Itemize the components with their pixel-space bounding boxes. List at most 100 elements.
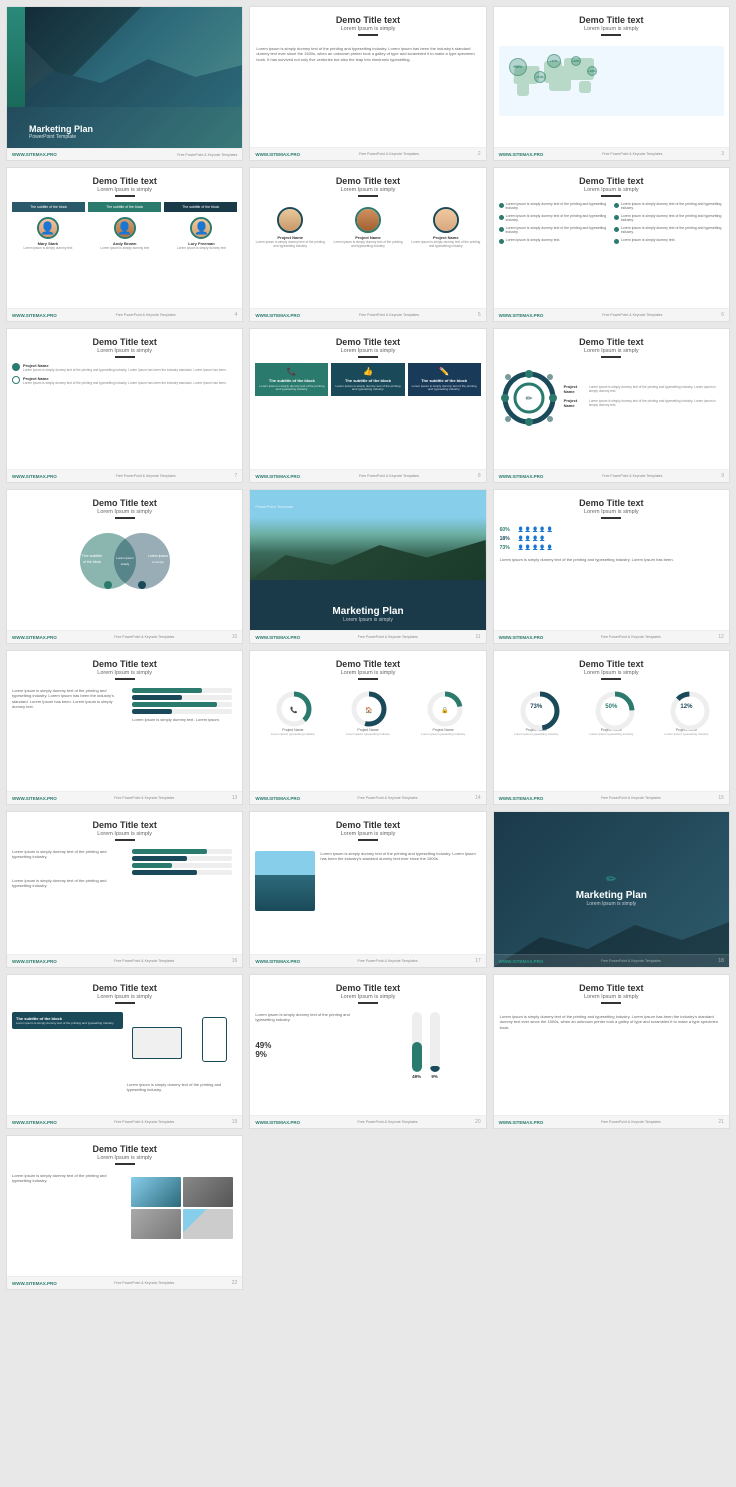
slide-22[interactable]: Demo Title text Lorem Ipsum is simply Lo… (6, 1135, 243, 1290)
slide-11-template-label: PowerPoint Template (255, 495, 293, 513)
slide-6-bullets: Lorem ipsum is simply dummy text of the … (494, 202, 729, 247)
slide-8-footer: WWW.SITEMAX.PRO Free PowerPoint & Keynot… (250, 469, 485, 482)
laptop-icon (132, 1027, 182, 1059)
project-1-text: Project Name Lorem ipsum is simply dummy… (23, 363, 227, 372)
s9-project-2: Project Name Lorem ipsum is simply dummy… (564, 398, 724, 408)
slide-15[interactable]: Demo Title text Lorem Ipsum is simply 73… (493, 650, 730, 805)
slide-2[interactable]: Demo Title text Lorem Ipsum is simply Lo… (249, 6, 486, 161)
bullet-2-4: Lorem ipsum is simply dummy text. (614, 238, 724, 244)
bubble-1: +96% (509, 58, 527, 76)
feature-icon-2: 👍 (335, 367, 400, 376)
h-bar-bg-4 (132, 709, 232, 714)
slide-14[interactable]: Demo Title text Lorem Ipsum is simply 📞 … (249, 650, 486, 805)
slide-17[interactable]: Demo Title text Lorem Ipsum is simply Lo… (249, 811, 486, 968)
slide-19[interactable]: Demo Title text Lorem Ipsum is simply Th… (6, 974, 243, 1129)
icon-row-1: 👤 👤 👤 👤 👤 (518, 527, 553, 533)
slide-12-subtitle: Lorem Ipsum is simply (494, 509, 729, 519)
s16-bar-1 (127, 849, 237, 854)
slide-9[interactable]: Demo Title text Lorem Ipsum is simply ✏ … (493, 328, 730, 483)
h-bar-bg-3 (132, 702, 232, 707)
slide-1[interactable]: Marketing Plan PowerPoint Template WWW.S… (6, 6, 243, 161)
person-icon-13: 👤 (539, 545, 545, 551)
bullet-col-2: Lorem ipsum is simply dummy text of the … (614, 202, 724, 247)
slide-20-content: Lorem ipsum is simply dummy text of the … (250, 1009, 485, 1082)
slide-16[interactable]: Demo Title text Lorem Ipsum is simply Lo… (6, 811, 243, 968)
slide-11-footer: WWW.SITEMAX.PRO Free PowerPoint & Keynot… (250, 630, 485, 643)
slide-21-content: Lorem ipsum is simply dummy text of the … (494, 1009, 729, 1036)
slide-13-bars: Lorem ipsum is simply dummy text. Lorem … (127, 688, 237, 723)
photo-cell-2 (183, 1177, 233, 1207)
slide-7[interactable]: Demo Title text Lorem Ipsum is simply Pr… (6, 328, 243, 483)
continent-sa (517, 76, 529, 96)
s16-bar-2 (127, 856, 237, 861)
project-icon-2 (12, 376, 20, 384)
slide-16-subtitle: Lorem Ipsum is simply (7, 831, 242, 841)
slide-8-subtitle: Lorem Ipsum is simply (250, 348, 485, 358)
slide-13-cols: Lorem ipsum is simply dummy text of the … (7, 685, 242, 726)
slide-4[interactable]: Demo Title text Lorem Ipsum is simply Th… (6, 167, 243, 322)
bullet-col-1: Lorem ipsum is simply dummy text of the … (499, 202, 609, 247)
s16-fill-3 (132, 863, 172, 868)
person-icon-12: 👤 (532, 545, 538, 551)
progress-item-1: 60% 👤 👤 👤 👤 👤 (500, 527, 723, 533)
donut-chart-1: 📞 (275, 690, 310, 725)
slide-19-title: Demo Title text (7, 983, 242, 993)
person-icon-8: 👤 (532, 536, 538, 542)
slide-13[interactable]: Demo Title text Lorem Ipsum is simply Lo… (6, 650, 243, 805)
h-bar-bg-1 (132, 688, 232, 693)
bullet-1-3: Lorem ipsum is simply dummy text of the … (499, 226, 609, 235)
world-map: +96% +47% +71% +12% +13% (499, 46, 724, 116)
donut-chart-2: 🏠 (350, 690, 385, 725)
cover-title: Marketing Plan (29, 124, 93, 134)
slide-7-projects: Project Name Lorem ipsum is simply dummy… (7, 363, 242, 385)
team-block-3: The subtitle of the block (164, 202, 237, 212)
slide-5-title: Demo Title text (250, 176, 485, 186)
svg-text:✏: ✏ (525, 394, 532, 403)
footer-tagline-2: Free PowerPoint & Keynote Templates (359, 152, 419, 156)
circular-svg: ✏ (499, 368, 559, 428)
slide-12[interactable]: Demo Title text Lorem Ipsum is simply 60… (493, 489, 730, 644)
footer-logo-2: WWW.SITEMAX.PRO (255, 152, 300, 157)
slide-6-footer: WWW.SITEMAX.PRO Free PowerPoint & Keynot… (494, 308, 729, 321)
slide-22-content: Lorem ipsum is simply dummy text of the … (7, 1170, 242, 1246)
slide-5[interactable]: Demo Title text Lorem Ipsum is simply Pr… (249, 167, 486, 322)
donut-svg-3: 🔒 (426, 690, 464, 728)
slide-1-footer: WWW.SITEMAX.PRO Free PowerPoint & Keynot… (7, 148, 242, 160)
slide-21-title: Demo Title text (494, 983, 729, 993)
slide-17-content: Lorem ipsum is simply dummy text of the … (250, 846, 485, 916)
svg-text:📞: 📞 (291, 706, 299, 714)
slide-6[interactable]: Demo Title text Lorem Ipsum is simply Lo… (493, 167, 730, 322)
bullet-1-4: Lorem ipsum is simply dummy text. (499, 238, 609, 244)
slide-14-title: Demo Title text (250, 659, 485, 669)
photo-cell-1 (131, 1177, 181, 1207)
svg-text:simply: simply (120, 562, 129, 566)
slide-17-photo (255, 851, 315, 911)
slide-4-subtitle: Lorem Ipsum is simply (7, 187, 242, 197)
s5-face-3 (435, 209, 457, 231)
slide-17-footer: WWW.SITEMAX.PRO Free PowerPoint & Keynot… (250, 954, 485, 967)
slide-18[interactable]: ✏ Marketing Plan Lorem Ipsum is simply W… (493, 811, 730, 968)
bubble-2: +47% (547, 54, 561, 68)
slide-2-page: 2 (478, 151, 481, 157)
slide-22-subtitle: Lorem Ipsum is simply (7, 1155, 242, 1165)
s16-bg-2 (132, 856, 232, 861)
slide-20[interactable]: Demo Title text Lorem Ipsum is simply Lo… (249, 974, 486, 1129)
h-bar-3 (127, 702, 237, 707)
bullet-dot (499, 227, 504, 232)
slide-6-subtitle: Lorem Ipsum is simply (494, 187, 729, 197)
slide-8[interactable]: Demo Title text Lorem Ipsum is simply 📞 … (249, 328, 486, 483)
slide-8-features: 📞 The subtitle of the block Lorem ipsum … (250, 363, 485, 397)
slide-9-title: Demo Title text (494, 337, 729, 347)
slide-10[interactable]: Demo Title text Lorem Ipsum is simply Th… (6, 489, 243, 644)
slide-15-footer: WWW.SITEMAX.PRO Free PowerPoint & Keynot… (494, 791, 729, 804)
slide-21[interactable]: Demo Title text Lorem Ipsum is simply Lo… (493, 974, 730, 1129)
avatar-2 (114, 217, 136, 239)
slide-16-bars (127, 849, 237, 889)
slide-12-progress: 60% 👤 👤 👤 👤 👤 18% 👤 👤 👤 👤 (494, 524, 729, 557)
slide-4-team: Mary Stark Lorem ipsum is simply dummy t… (7, 217, 242, 250)
slide-17-text: Lorem ipsum is simply dummy text of the … (320, 851, 480, 911)
team-block-1: The subtitle of the block (12, 202, 85, 212)
slide-19-subtitle: Lorem Ipsum is simply (7, 994, 242, 1004)
slide-3[interactable]: Demo Title text Lorem Ipsum is simply +9… (493, 6, 730, 161)
slide-11[interactable]: PowerPoint Template Marketing Plan Lorem… (249, 489, 486, 644)
